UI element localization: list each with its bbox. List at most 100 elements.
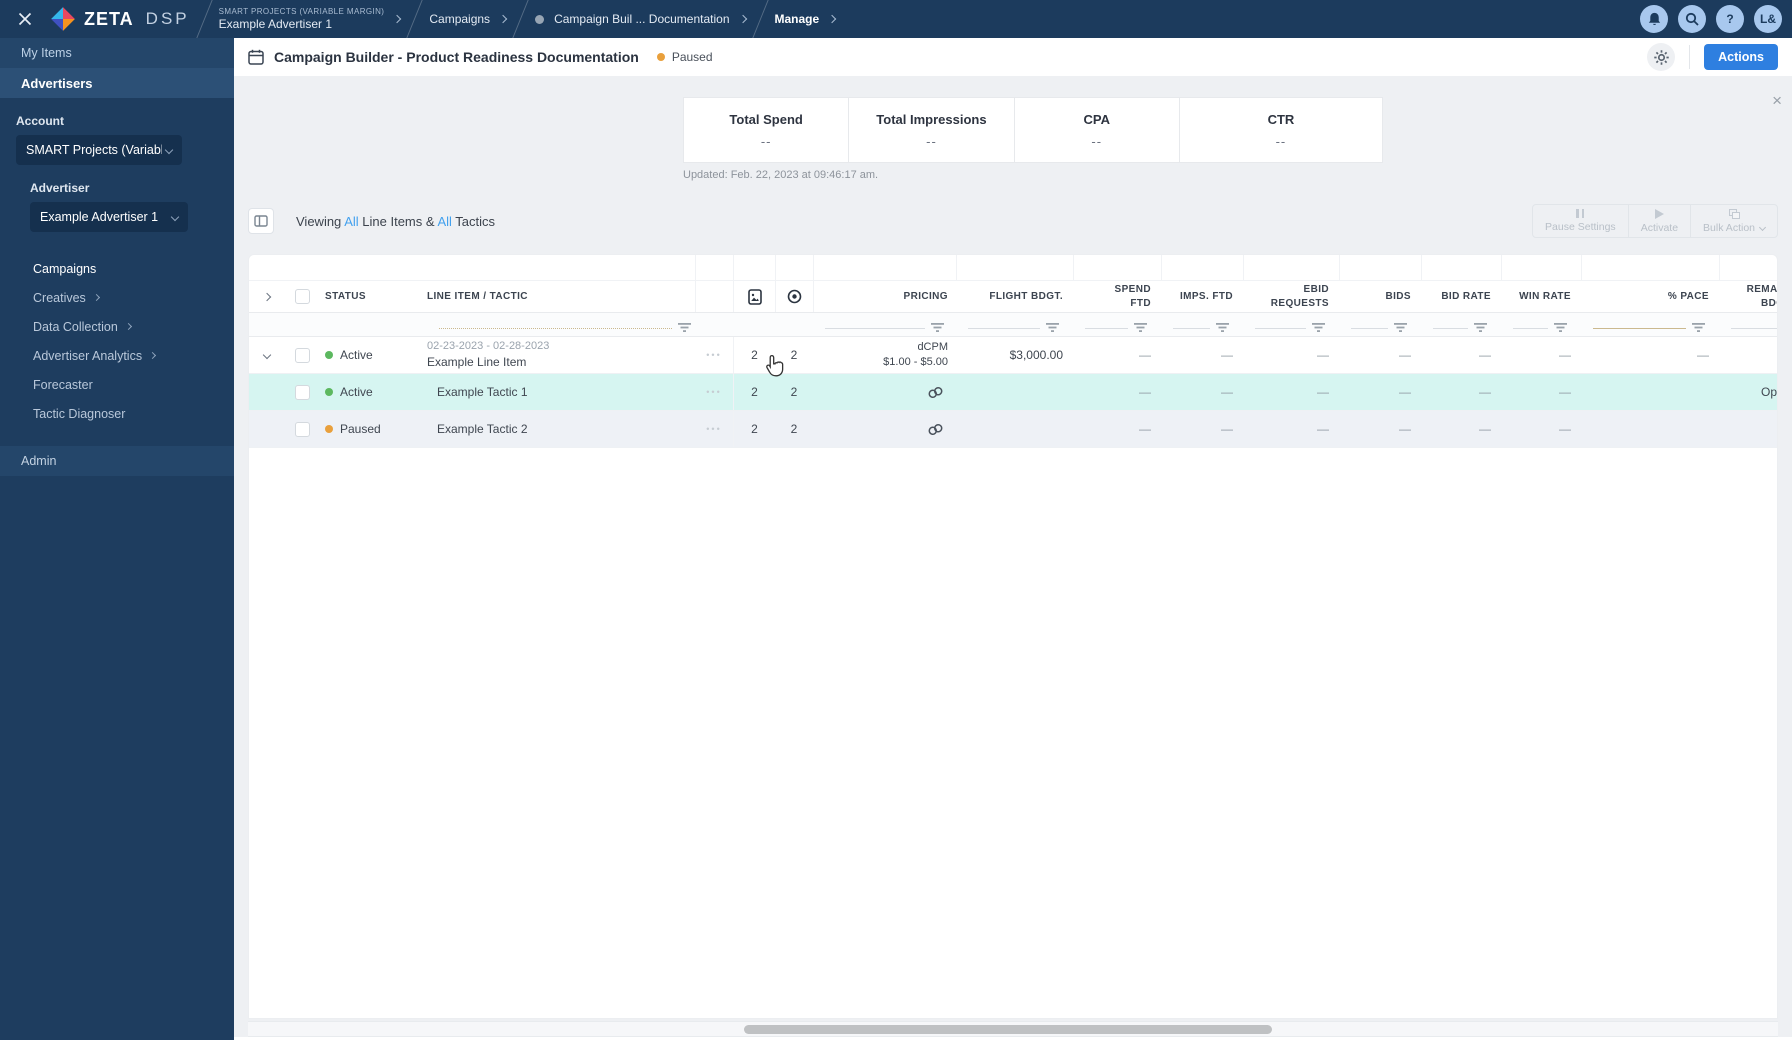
row-checkbox[interactable] [294,421,310,437]
col-header-pricing[interactable]: PRICING [813,281,956,312]
stat-cpa: CPA -- [1015,98,1180,162]
advertiser-label: Advertiser [30,181,90,195]
ebid-requests-filter-input[interactable] [1255,328,1306,329]
notifications-button[interactable] [1640,5,1668,33]
top-navigation-bar: ZETA DSP SMART PROJECTS (VARIABLE MARGIN… [0,0,1792,38]
bulk-action-button[interactable]: Bulk Action [1690,205,1777,237]
collapse-row-icon[interactable] [262,350,272,360]
breadcrumb-manage[interactable]: Manage [775,12,837,26]
zeta-dsp-logo[interactable]: ZETA DSP [50,6,190,32]
pace-filter-input[interactable] [1593,328,1686,329]
col-header-pace[interactable]: % PACE [1581,281,1719,312]
pricing-filter-input[interactable] [825,328,925,329]
actions-button[interactable]: Actions [1704,44,1778,70]
table-row-tactic-2[interactable]: Paused Example Tactic 2 ••• 2 2 — — — — … [249,411,1777,448]
col-header-bid-rate[interactable]: BID RATE [1421,281,1501,312]
close-icon[interactable] [8,0,42,38]
filter-icon[interactable] [1692,323,1705,332]
tactic-name[interactable]: Example Tactic 2 [427,422,528,436]
flight-budget-filter-input[interactable] [968,328,1040,329]
filter-icon[interactable] [678,323,691,332]
breadcrumb-campaign[interactable]: Campaign Buil ... Documentation [535,12,747,26]
select-all-checkbox[interactable] [294,289,310,304]
link-icon [928,386,943,398]
sidebar-item-admin[interactable]: Admin [0,446,234,476]
col-header-remaining-budget[interactable]: REMAINING BDGT. [1719,281,1777,312]
filter-icon[interactable] [1394,323,1407,332]
campaign-status-dot [535,14,545,24]
breadcrumb-campaigns-label: Campaigns [429,12,491,26]
table-row-tactic-1[interactable]: Active Example Tactic 1 ••• 2 2 — — — — … [249,374,1777,411]
creatives-count[interactable]: 2 [751,348,758,362]
creatives-count[interactable]: 2 [751,385,758,399]
chevron-right-icon [124,322,132,331]
filter-icon[interactable] [1046,323,1059,332]
targets-count[interactable]: 2 [791,385,798,399]
targets-count[interactable]: 2 [791,348,798,362]
sidebar-item-advertiser-analytics[interactable]: Advertiser Analytics [0,341,234,370]
table-filter-row [249,313,1777,337]
breadcrumb-campaigns[interactable]: Campaigns [429,12,508,26]
line-item-filter-input[interactable] [439,328,672,329]
settings-button[interactable] [1647,43,1676,71]
panel-toggle-button[interactable] [248,208,274,234]
bids-filter-input[interactable] [1351,328,1388,329]
sidebar-item-forecaster[interactable]: Forecaster [0,370,234,399]
col-header-creatives[interactable] [733,281,775,312]
all-line-items-link[interactable]: All [344,214,358,229]
col-header-line-item[interactable]: LINE ITEM / TACTIC [425,281,695,312]
col-header-targets[interactable] [775,281,813,312]
more-options-icon[interactable]: ••• [706,387,721,397]
pause-settings-button[interactable]: Pause Settings [1533,205,1628,237]
tactic-name[interactable]: Example Tactic 1 [427,385,528,399]
horizontal-scrollbar[interactable] [248,1021,1778,1037]
user-avatar[interactable]: L& [1754,5,1782,33]
more-options-icon[interactable]: ••• [706,424,721,434]
targets-count[interactable]: 2 [791,422,798,436]
scrollbar-thumb[interactable] [744,1025,1272,1034]
filter-icon[interactable] [1134,323,1147,332]
sidebar-item-tactic-diagnoser[interactable]: Tactic Diagnoser [0,399,234,428]
stat-value: -- [760,133,772,149]
bid-rate-filter-input[interactable] [1433,328,1468,329]
all-tactics-link[interactable]: All [437,214,451,229]
col-header-flight-budget[interactable]: FLIGHT BDGT. [956,281,1073,312]
win-rate-filter-input[interactable] [1513,328,1548,329]
creative-file-icon [747,288,762,305]
col-header-ebid-requests[interactable]: EBID REQUESTS [1243,281,1339,312]
sidebar-item-advertisers[interactable]: Advertisers [0,68,234,98]
help-button[interactable]: ? [1716,5,1744,33]
sidebar-my-items-label: My Items [21,46,72,60]
advertiser-select[interactable]: Example Advertiser 1 [30,202,188,232]
more-options-icon[interactable]: ••• [706,350,721,360]
filter-icon[interactable] [1474,323,1487,332]
sidebar-item-my-items[interactable]: My Items [0,38,234,68]
table-row-line-item[interactable]: Active 02-23-2023 - 02-28-2023 Example L… [249,337,1777,374]
col-header-imps-ftd[interactable]: IMPS. FTD [1161,281,1243,312]
filter-icon[interactable] [1216,323,1229,332]
row-checkbox[interactable] [294,384,310,400]
col-header-spend-ftd[interactable]: SPEND FTD [1073,281,1161,312]
breadcrumb-advertiser[interactable]: SMART PROJECTS (VARIABLE MARGIN) Example… [219,7,402,31]
account-select[interactable]: SMART Projects (Variable M... [16,135,182,165]
status-label: Paused [340,422,381,436]
sidebar-item-campaigns[interactable]: Campaigns [0,254,234,283]
filter-icon[interactable] [931,323,944,332]
search-button[interactable] [1678,5,1706,33]
imps-ftd-filter-input[interactable] [1173,328,1210,329]
creatives-count[interactable]: 2 [751,422,758,436]
col-header-status[interactable]: STATUS [319,281,425,312]
activate-button[interactable]: Activate [1627,205,1690,237]
line-item-name[interactable]: Example Line Item [427,354,549,371]
filter-icon[interactable] [1312,323,1325,332]
row-checkbox[interactable] [294,347,310,363]
sidebar-item-data-collection[interactable]: Data Collection [0,312,234,341]
filter-icon[interactable] [1554,323,1567,332]
spend-ftd-filter-input[interactable] [1085,328,1128,329]
col-header-bids[interactable]: BIDS [1339,281,1421,312]
expand-all-icon[interactable] [262,292,272,301]
close-stats-icon[interactable]: × [1772,92,1782,109]
sidebar-item-creatives[interactable]: Creatives [0,283,234,312]
remaining-filter-input[interactable] [1731,328,1777,329]
col-header-win-rate[interactable]: WIN RATE [1501,281,1581,312]
